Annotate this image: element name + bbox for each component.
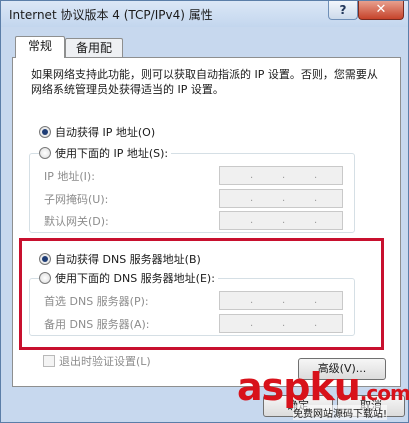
ipv4-properties-dialog: Internet 协议版本 4 (TCP/IPv4) 属性 ? ✕ 常规 备用配… xyxy=(0,0,409,423)
default-gateway-input[interactable]: ... xyxy=(219,211,343,230)
validate-on-exit-checkbox[interactable]: 退出时验证设置(L) xyxy=(43,355,151,369)
checkbox-icon xyxy=(43,355,55,367)
help-button[interactable]: ? xyxy=(328,1,358,20)
subnet-mask-label: 子网掩码(U): xyxy=(44,193,109,206)
default-gateway-label: 默认网关(D): xyxy=(44,215,109,228)
radio-checked-icon xyxy=(39,126,51,138)
obtain-ip-auto-label: 自动获得 IP 地址(O) xyxy=(55,126,156,139)
validate-on-exit-label: 退出时验证设置(L) xyxy=(59,355,151,368)
use-ip-manual-label: 使用下面的 IP 地址(S): xyxy=(55,147,169,160)
ip-address-label: IP 地址(I): xyxy=(44,170,95,183)
ip-address-input[interactable]: ... xyxy=(219,166,343,185)
dns-highlight-frame xyxy=(19,238,384,350)
obtain-ip-auto-radio[interactable]: 自动获得 IP 地址(O) xyxy=(39,126,155,140)
site-watermark: aspku.com 免费网站源码下载站! xyxy=(233,367,409,423)
radio-unchecked-icon xyxy=(39,147,51,159)
tab-alternate-configuration[interactable]: 备用配置 xyxy=(65,38,123,74)
use-ip-manual-radio[interactable]: 使用下面的 IP 地址(S): xyxy=(39,147,172,161)
subnet-mask-input[interactable]: ... xyxy=(219,189,343,208)
description-text: 如果网络支持此功能，则可以获取自动指派的 IP 设置。否则，您需要从网络系统管理… xyxy=(31,68,378,96)
tab-general[interactable]: 常规 xyxy=(15,36,65,58)
watermark-subtitle: 免费网站源码下载站! xyxy=(293,405,388,420)
close-button[interactable]: ✕ xyxy=(358,1,404,20)
window-title: Internet 协议版本 4 (TCP/IPv4) 属性 xyxy=(9,8,213,22)
